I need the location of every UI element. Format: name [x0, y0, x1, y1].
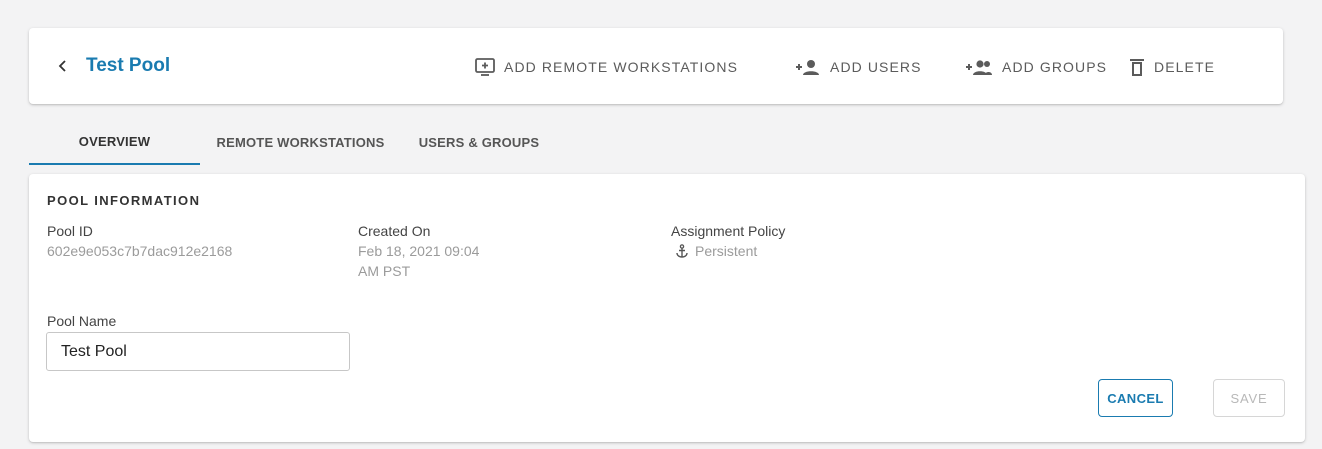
pool-id-value: 602e9e053c7b7dac912e2168 [47, 243, 233, 259]
add-group-icon [966, 60, 992, 75]
cancel-button[interactable]: CANCEL [1098, 379, 1173, 417]
tab-bar: OVERVIEW REMOTE WORKSTATIONS USERS & GRO… [29, 120, 1305, 166]
save-button[interactable]: SAVE [1213, 379, 1285, 417]
pool-name-label: Pool Name [47, 313, 117, 329]
tab-users-groups[interactable]: USERS & GROUPS [401, 120, 557, 165]
add-user-icon [796, 60, 819, 75]
trash-icon [1130, 59, 1144, 76]
created-on-value: Feb 18, 2021 09:04 AM PST [358, 241, 479, 281]
chevron-left-icon [58, 60, 66, 72]
created-on-date: Feb 18, 2021 09:04 [358, 243, 480, 259]
add-groups-label: ADD GROUPS [1002, 59, 1108, 75]
section-title: POOL INFORMATION [47, 193, 201, 208]
assignment-policy-value: Persistent [675, 241, 757, 261]
add-remote-workstations-button[interactable]: ADD REMOTE WORKSTATIONS [475, 55, 738, 79]
assignment-policy-text: Persistent [695, 243, 758, 259]
tab-overview-label: OVERVIEW [78, 134, 151, 149]
created-on-time: AM PST [358, 263, 411, 279]
add-to-screen-icon [475, 58, 495, 76]
page-title: Test Pool [86, 55, 171, 76]
add-remote-workstations-label: ADD REMOTE WORKSTATIONS [504, 59, 739, 75]
tab-overview[interactable]: OVERVIEW [29, 120, 200, 165]
created-on-label: Created On [358, 223, 431, 239]
pool-id-label: Pool ID [47, 223, 93, 239]
assignment-policy-label: Assignment Policy [671, 223, 786, 239]
pool-header-card: Test Pool ADD REMOTE WORKSTATIONS ADD US… [29, 28, 1283, 104]
pool-name-input[interactable] [46, 332, 350, 371]
add-users-button[interactable]: ADD USERS [795, 55, 922, 79]
delete-button[interactable]: DELETE [1129, 55, 1215, 79]
tab-remote-workstations[interactable]: REMOTE WORKSTATIONS [200, 120, 401, 165]
tab-users-groups-label: USERS & GROUPS [418, 135, 540, 150]
delete-label: DELETE [1154, 59, 1216, 75]
add-users-label: ADD USERS [830, 59, 922, 75]
pool-information-card: POOL INFORMATION Pool ID 602e9e053c7b7da… [29, 174, 1305, 442]
back-button[interactable] [51, 54, 75, 78]
tab-remote-workstations-label: REMOTE WORKSTATIONS [216, 135, 385, 150]
add-groups-button[interactable]: ADD GROUPS [965, 55, 1107, 79]
anchor-icon [676, 244, 688, 258]
